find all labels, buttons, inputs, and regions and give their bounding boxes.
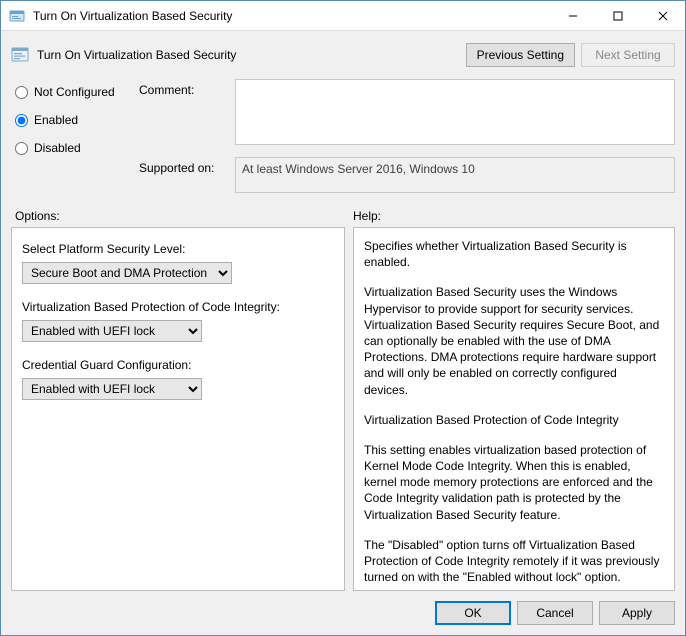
next-setting-button: Next Setting <box>581 43 675 67</box>
state-radio-group: Not Configured Enabled Disabled <box>15 79 133 169</box>
help-paragraph: The "Disabled" option turns off Virtuali… <box>364 537 664 586</box>
window-title: Turn On Virtualization Based Security <box>33 9 550 23</box>
header-row: Turn On Virtualization Based Security Pr… <box>1 31 685 71</box>
client-area: Turn On Virtualization Based Security Pr… <box>1 31 685 635</box>
radio-disabled-input[interactable] <box>15 142 28 155</box>
titlebar: Turn On Virtualization Based Security <box>1 1 685 31</box>
maximize-button[interactable] <box>595 1 640 31</box>
cancel-button[interactable]: Cancel <box>517 601 593 625</box>
help-panel[interactable]: Specifies whether Virtualization Based S… <box>353 227 675 591</box>
policy-title: Turn On Virtualization Based Security <box>37 48 460 62</box>
policy-icon <box>11 46 29 64</box>
supported-on-text: At least Windows Server 2016, Windows 10 <box>235 157 675 193</box>
options-section-label: Options: <box>15 209 353 223</box>
comment-textarea[interactable] <box>235 79 675 145</box>
supported-on-label: Supported on: <box>139 157 229 175</box>
minimize-button[interactable] <box>550 1 595 31</box>
credential-guard-select[interactable]: Enabled with UEFI lock <box>22 378 202 400</box>
vbpci-select[interactable]: Enabled with UEFI lock <box>22 320 202 342</box>
help-section-label: Help: <box>353 209 381 223</box>
close-button[interactable] <box>640 1 685 31</box>
help-paragraph: Virtualization Based Protection of Code … <box>364 412 664 428</box>
help-paragraph: Virtualization Based Security uses the W… <box>364 284 664 397</box>
radio-enabled[interactable]: Enabled <box>15 113 133 127</box>
radio-enabled-input[interactable] <box>15 114 28 127</box>
radio-disabled[interactable]: Disabled <box>15 141 133 155</box>
platform-security-label: Select Platform Security Level: <box>22 242 334 256</box>
comment-label: Comment: <box>139 79 229 97</box>
help-paragraph: This setting enables virtualization base… <box>364 442 664 523</box>
radio-not-configured[interactable]: Not Configured <box>15 85 133 99</box>
options-panel: Select Platform Security Level: Secure B… <box>11 227 345 591</box>
radio-enabled-label: Enabled <box>34 113 78 127</box>
apply-button[interactable]: Apply <box>599 601 675 625</box>
ok-button[interactable]: OK <box>435 601 511 625</box>
help-paragraph: Specifies whether Virtualization Based S… <box>364 238 664 270</box>
previous-setting-button[interactable]: Previous Setting <box>466 43 575 67</box>
credential-guard-label: Credential Guard Configuration: <box>22 358 334 372</box>
radio-disabled-label: Disabled <box>34 141 81 155</box>
dialog-footer: OK Cancel Apply <box>1 591 685 635</box>
radio-not-configured-label: Not Configured <box>34 85 115 99</box>
vbpci-label: Virtualization Based Protection of Code … <box>22 300 334 314</box>
platform-security-select[interactable]: Secure Boot and DMA Protection <box>22 262 232 284</box>
app-icon <box>9 8 25 24</box>
radio-not-configured-input[interactable] <box>15 86 28 99</box>
